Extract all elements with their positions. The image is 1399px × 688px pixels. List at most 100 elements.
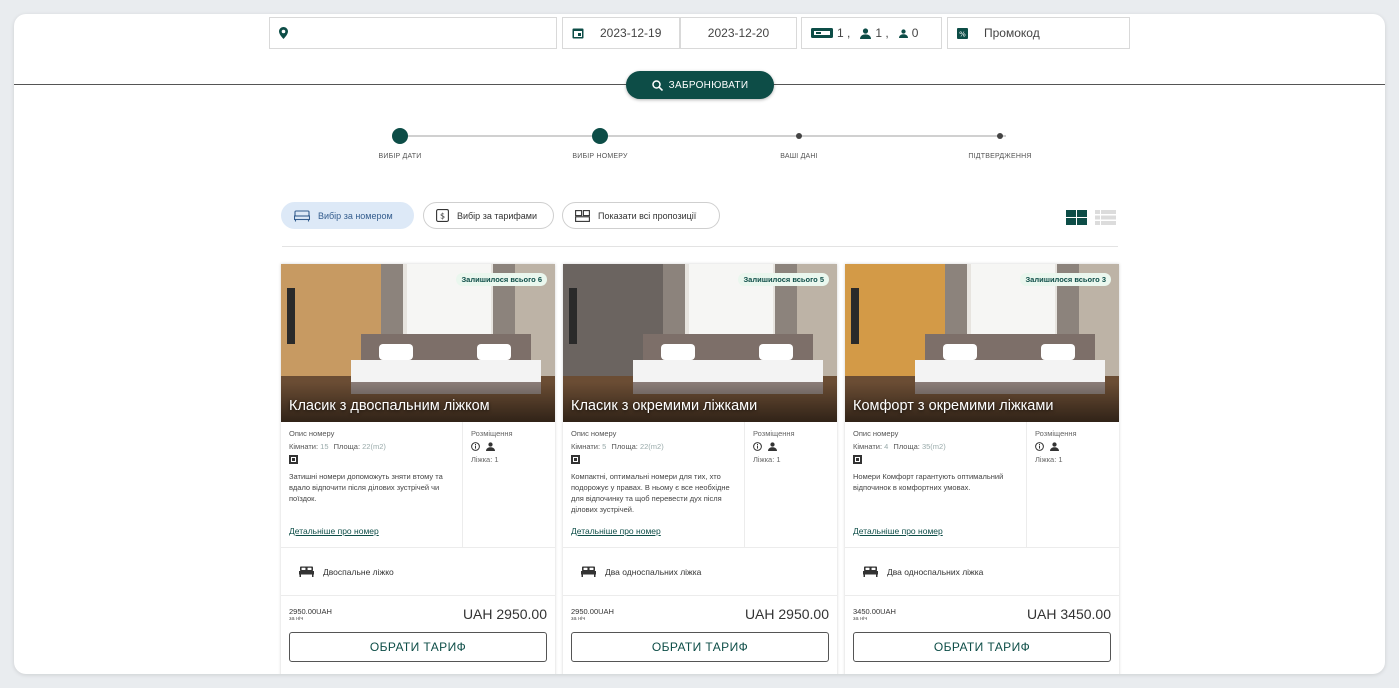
price-small: 3450.00UAH [853, 607, 896, 616]
room-details-link[interactable]: Детальніше про номер [853, 526, 943, 536]
price-total: UAH 3450.00 [1026, 606, 1111, 622]
bed-type: Два односпальних ліжка [605, 566, 702, 577]
person-icon [1050, 442, 1059, 451]
room-stats: Кімнати: 15 Площа: 22(m2) [289, 441, 461, 452]
amenity-icon [853, 455, 862, 464]
placement-label: Розміщення [1035, 429, 1077, 438]
date-from-field[interactable]: 2023-12-19 [562, 17, 680, 49]
beds-label: Ліжка: [753, 455, 775, 464]
location-pin-icon [279, 27, 288, 39]
grid-view-icon[interactable] [1066, 210, 1087, 225]
beds-label: Ліжка: [1035, 455, 1057, 464]
area-label: Площа: [893, 442, 920, 451]
beds-value: 1 [776, 455, 781, 464]
calendar-icon [572, 28, 584, 39]
filter-show-all[interactable]: Показати всі пропозиції [562, 202, 720, 229]
choose-rate-button[interactable]: ОБРАТИ ТАРИФ [571, 632, 829, 662]
bed-type-row: Два односпальних ліжка [563, 548, 837, 596]
offers-icon [575, 209, 590, 222]
bed-type-row: Два односпальних ліжка [845, 548, 1119, 596]
guests-field[interactable]: 1 , 1 , 0 [801, 17, 942, 49]
price-small: 2950.00UAH [289, 607, 332, 616]
adults-count: 1 , [875, 26, 889, 40]
filter-by-room-label: Вибір за номером [318, 210, 393, 221]
placement-label: Розміщення [753, 429, 795, 438]
step-dot-details [796, 133, 802, 139]
list-view-icon[interactable] [1095, 210, 1116, 225]
svg-text:$: $ [440, 212, 445, 221]
placement-label: Розміщення [471, 429, 513, 438]
choose-rate-button[interactable]: ОБРАТИ ТАРИФ [289, 632, 547, 662]
location-field[interactable] [269, 17, 557, 49]
filters-divider [282, 246, 1118, 247]
info-icon[interactable] [753, 442, 762, 451]
step-dot-dates[interactable] [392, 128, 408, 144]
booking-page: 2023-12-19 2023-12-20 1 , 1 , 0 % Промок… [14, 14, 1385, 674]
availability-badge: Залишилося всього 3 [1020, 273, 1111, 286]
date-to-value: 2023-12-20 [707, 26, 770, 40]
price-per-night: 2950.00UAH за ніч [289, 608, 332, 623]
room-description: Номери Комфорт гарантують оптимальний ві… [853, 472, 1004, 492]
svg-text:%: % [959, 31, 966, 39]
room-details-link[interactable]: Детальніше про номер [571, 526, 661, 536]
promo-field[interactable]: % Промокод [947, 17, 1130, 49]
bed-icon [863, 566, 878, 577]
step-dot-room[interactable] [592, 128, 608, 144]
price-total: UAH 2950.00 [744, 606, 829, 622]
room-details-link[interactable]: Детальніше про номер [289, 526, 379, 536]
area-value: 22(m2) [639, 442, 664, 451]
adult-icon [860, 27, 872, 39]
rooms-count: 1 , [837, 26, 851, 40]
step-label-room: ВИБІР НОМЕРУ [572, 153, 628, 160]
step-label-confirm: ПІДТВЕРДЖЕННЯ [968, 153, 1032, 160]
info-icon[interactable] [1035, 442, 1044, 451]
area-value: 35(m2) [921, 442, 946, 451]
price-per-night: 3450.00UAH за ніч [853, 608, 896, 623]
room-title: Класик з двоспальним ліжком [289, 398, 490, 414]
room-photo: Залишилося всього 3 Комфорт з окремими л… [845, 264, 1119, 422]
filter-by-room[interactable]: Вибір за номером [281, 202, 414, 229]
person-icon [768, 442, 777, 451]
per-night-label: за ніч [571, 616, 586, 622]
child-icon [898, 28, 908, 38]
date-to-field[interactable]: 2023-12-20 [680, 17, 797, 49]
choose-rate-button[interactable]: ОБРАТИ ТАРИФ [853, 632, 1111, 662]
step-dot-confirm [997, 133, 1003, 139]
price-row: 2950.00UAH за ніч UAH 2950.00 [281, 596, 555, 632]
rate-card-icon: $ [436, 209, 449, 222]
beds-value: 1 [1058, 455, 1063, 464]
step-label-details: ВАШІ ДАНІ [780, 153, 818, 160]
book-button[interactable]: ЗАБРОНЮВАТИ [626, 71, 774, 99]
per-night-label: за ніч [289, 616, 304, 622]
room-info: Опис номеру Кімнати: 5 Площа: 22(m2) Ком… [563, 422, 837, 548]
availability-badge: Залишилося всього 5 [738, 273, 829, 286]
step-label-dates: ВИБІР ДАТИ [378, 153, 422, 160]
room-stats: Кімнати: 5 Площа: 22(m2) [571, 441, 743, 452]
room-card-1: Залишилося всього 6 Класик з двоспальним… [281, 264, 555, 674]
rooms-value: 15 [320, 442, 329, 451]
bed-type: Двоспальне ліжко [323, 566, 394, 577]
price-row: 2950.00UAH за ніч UAH 2950.00 [563, 596, 837, 632]
date-from-value: 2023-12-19 [600, 26, 662, 40]
rooms-label: Кімнати: [853, 442, 883, 451]
room-photo: Залишилося всього 6 Класик з двоспальним… [281, 264, 555, 422]
room-desc-label: Опис номеру [571, 429, 617, 438]
room-key-icon [811, 28, 833, 38]
promo-tag-icon: % [957, 28, 968, 39]
info-icon[interactable] [471, 442, 480, 451]
rooms-label: Кімнати: [571, 442, 601, 451]
area-label: Площа: [611, 442, 638, 451]
bed-icon [294, 209, 310, 221]
step-connector-2 [606, 135, 806, 137]
beds-value: 1 [494, 455, 499, 464]
price-small: 2950.00UAH [571, 607, 614, 616]
rooms-value: 4 [884, 442, 889, 451]
room-title: Класик з окремими ліжками [571, 398, 758, 414]
children-count: 0 [911, 26, 919, 40]
price-total: UAH 2950.00 [462, 606, 547, 622]
person-icon [486, 442, 495, 451]
room-desc-label: Опис номеру [289, 429, 335, 438]
filter-by-rate[interactable]: $ Вибір за тарифами [423, 202, 554, 229]
bed-icon [299, 566, 314, 577]
area-label: Площа: [333, 442, 361, 451]
